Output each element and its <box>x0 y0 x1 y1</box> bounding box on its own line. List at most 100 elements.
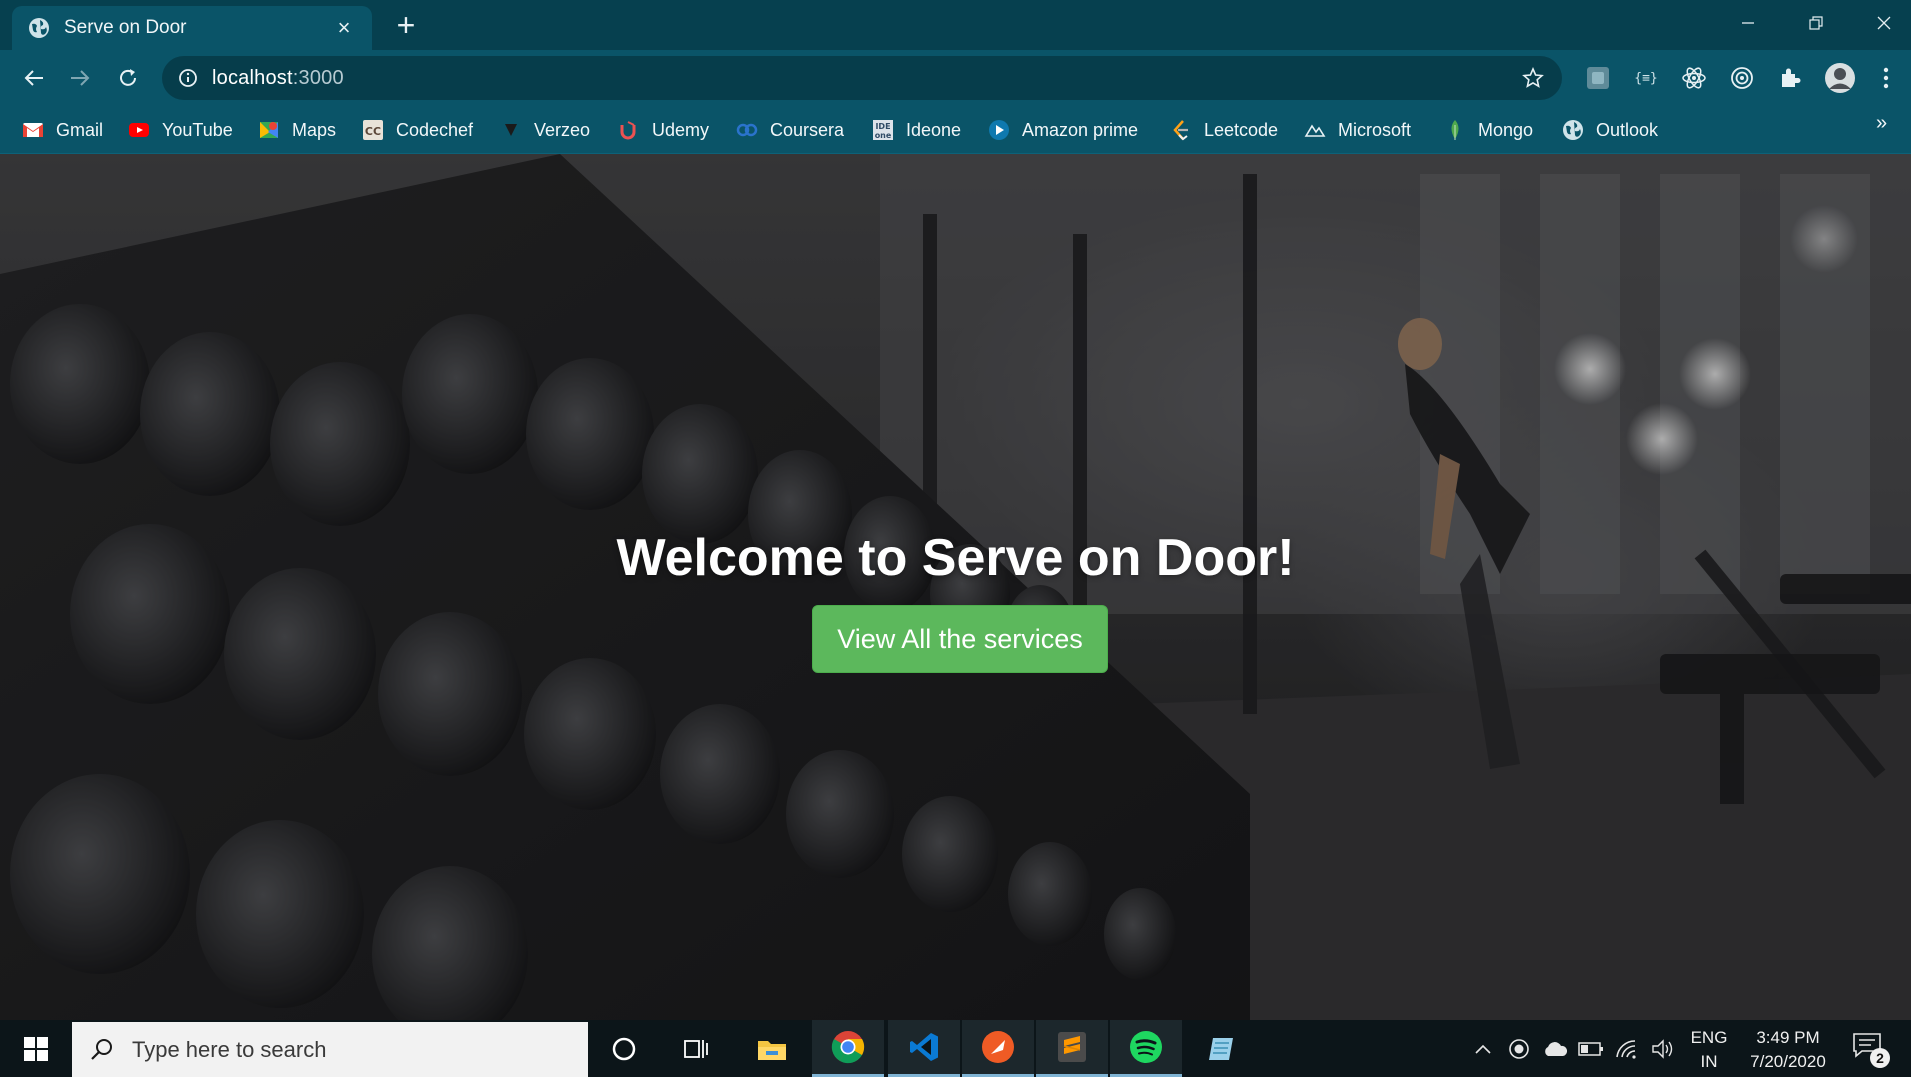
url-host: localhost <box>212 66 293 89</box>
url-port: :3000 <box>292 66 344 89</box>
bookmark-label: Mongo <box>1478 119 1534 140</box>
bookmark-youtube[interactable]: YouTube <box>128 116 233 144</box>
search-placeholder: Type here to search <box>132 1036 327 1062</box>
bookmark-verzeo[interactable]: Verzeo <box>500 116 590 144</box>
bookmark-codechef[interactable]: CC Codechef <box>362 116 473 144</box>
page-viewport: Welcome to Serve on Door! View All the s… <box>0 154 1911 1020</box>
onedrive-cloud-icon[interactable] <box>1542 1036 1568 1062</box>
extension-square-icon[interactable] <box>1584 64 1612 92</box>
notification-count-badge: 2 <box>1870 1048 1890 1068</box>
bookmark-label: YouTube <box>162 119 233 140</box>
new-tab-button[interactable]: + <box>390 8 422 42</box>
bookmark-outlook[interactable]: Outlook <box>1562 116 1658 144</box>
bookmark-label: Gmail <box>56 119 104 140</box>
address-bar[interactable]: localhost:3000 <box>162 56 1562 100</box>
udemy-icon <box>620 121 636 140</box>
window-close-icon[interactable] <box>1864 6 1904 40</box>
hero-title: Welcome to Serve on Door! <box>616 529 1295 587</box>
profile-avatar[interactable] <box>1824 62 1856 94</box>
svg-text:CC: CC <box>365 125 381 138</box>
bookmark-label: Maps <box>292 119 337 140</box>
chrome-menu-icon[interactable] <box>1872 64 1900 92</box>
react-devtools-icon[interactable] <box>1680 64 1708 92</box>
windows-start-icon[interactable] <box>0 1020 72 1077</box>
cortana-icon[interactable] <box>588 1020 660 1077</box>
youtube-icon <box>129 123 149 137</box>
clock-time: 3:49 PM <box>1756 1028 1820 1047</box>
url-text: localhost:3000 <box>212 67 344 90</box>
leetcode-icon <box>1173 120 1188 141</box>
codechef-icon: CC <box>363 120 383 140</box>
site-info-icon[interactable] <box>178 68 198 88</box>
bookmark-ideone[interactable]: IDE one Ideone <box>872 116 961 144</box>
bookmark-label: Codechef <box>396 119 474 140</box>
bookmark-leetcode[interactable]: Leetcode <box>1170 116 1278 144</box>
bookmark-amazon-prime[interactable]: Amazon prime <box>988 116 1138 144</box>
bookmark-udemy[interactable]: Udemy <box>618 116 709 144</box>
battery-icon[interactable] <box>1578 1036 1604 1062</box>
volume-icon[interactable] <box>1650 1036 1676 1062</box>
bookmark-label: Udemy <box>652 119 710 140</box>
vscode-icon[interactable] <box>888 1020 960 1077</box>
record-tray-icon[interactable] <box>1506 1036 1532 1062</box>
ideone-icon: IDEone <box>873 120 893 140</box>
minimize-icon[interactable] <box>1728 6 1768 40</box>
maps-icon <box>260 122 278 138</box>
input-language-indicator[interactable]: ENG IN <box>1686 1026 1732 1074</box>
search-icon <box>91 1038 112 1060</box>
gmail-icon <box>23 123 43 137</box>
browser-tab-strip: Serve on Door × + <box>0 0 1911 50</box>
chrome-icon[interactable] <box>812 1020 884 1077</box>
json-extension-icon[interactable]: {≡} <box>1632 64 1660 92</box>
svg-text:IDE: IDE <box>875 122 890 131</box>
svg-text:one: one <box>875 131 892 140</box>
bookmark-label: Outlook <box>1596 119 1659 140</box>
bookmark-microsoft[interactable]: Microsoft <box>1304 116 1411 144</box>
bookmark-label: Coursera <box>770 119 845 140</box>
postman-icon[interactable] <box>962 1020 1034 1077</box>
reload-icon[interactable] <box>110 60 146 96</box>
language-code: ENG <box>1690 1028 1728 1047</box>
view-services-button[interactable]: View All the services <box>812 605 1108 673</box>
bookmark-label: Microsoft <box>1338 119 1412 140</box>
coursera-icon <box>736 123 758 137</box>
back-arrow-icon[interactable] <box>16 60 52 96</box>
target-extension-icon[interactable] <box>1728 64 1756 92</box>
wifi-icon[interactable] <box>1614 1036 1640 1062</box>
microsoft-icon <box>1304 124 1326 137</box>
clock-date: 7/20/2020 <box>1750 1052 1826 1071</box>
windows-taskbar: Type here to search ENG IN 3:49 PM 7/20/… <box>0 1020 1911 1077</box>
system-clock[interactable]: 3:49 PM 7/20/2020 <box>1740 1026 1836 1074</box>
bookmark-label: Amazon prime <box>1022 119 1139 140</box>
tab-close-icon[interactable]: × <box>332 15 356 41</box>
region-code: IN <box>1700 1052 1718 1071</box>
file-explorer-icon[interactable] <box>736 1020 808 1077</box>
spotify-icon[interactable] <box>1110 1020 1182 1077</box>
bookmark-label: Ideone <box>906 119 962 140</box>
bookmark-label: Verzeo <box>534 119 591 140</box>
bookmark-mongo[interactable]: Mongo <box>1444 116 1533 144</box>
tab-title: Serve on Door <box>64 17 187 38</box>
notepad-icon[interactable] <box>1186 1020 1258 1077</box>
browser-toolbar: localhost:3000 {≡} <box>0 50 1911 106</box>
bookmark-coursera[interactable]: Coursera <box>736 116 844 144</box>
prime-video-icon <box>989 120 1009 140</box>
forward-arrow-icon[interactable] <box>62 60 98 96</box>
show-hidden-icons-chevron-icon[interactable] <box>1470 1036 1496 1062</box>
sublime-text-icon[interactable] <box>1036 1020 1108 1077</box>
bookmark-maps[interactable]: Maps <box>258 116 336 144</box>
bookmark-star-icon[interactable] <box>1522 67 1544 89</box>
mongo-leaf-icon <box>1451 120 1459 140</box>
bookmarks-bar: Gmail YouTube Maps CC Codechef Verzeo Ud… <box>0 106 1911 154</box>
tab-serve-on-door[interactable]: Serve on Door × <box>12 6 372 50</box>
globe-icon <box>29 18 49 38</box>
taskbar-search-box[interactable]: Type here to search <box>72 1022 588 1077</box>
bookmark-gmail[interactable]: Gmail <box>22 116 103 144</box>
task-view-icon[interactable] <box>660 1020 732 1077</box>
bookmark-label: Leetcode <box>1204 119 1279 140</box>
bookmarks-overflow-button[interactable]: » <box>1876 112 1887 135</box>
restore-icon[interactable] <box>1796 6 1836 40</box>
action-center-icon[interactable]: 2 <box>1852 1032 1892 1068</box>
extensions-puzzle-icon[interactable] <box>1776 64 1804 92</box>
globe-icon <box>1563 120 1583 140</box>
